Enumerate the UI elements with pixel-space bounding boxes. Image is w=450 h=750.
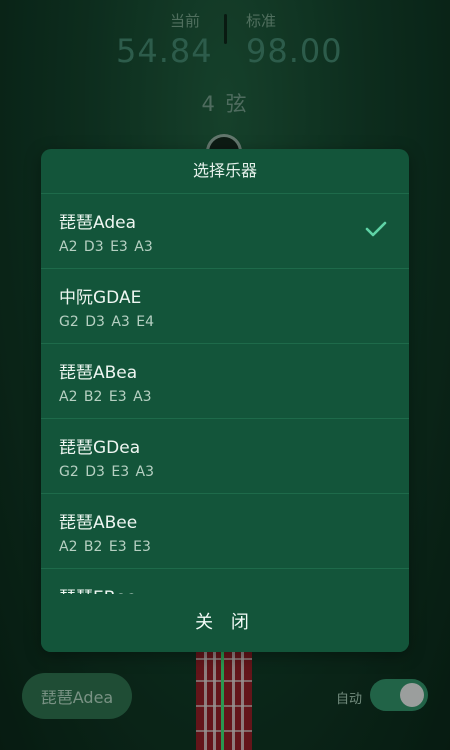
instrument-list[interactable]: 琵琶Adea A2 D3 E3 A3 中阮GDAE G2 D3 A3 E4 琵琶… — [41, 194, 409, 594]
instrument-name: 琵琶GDea — [59, 438, 141, 458]
instrument-tuning-notes: A2 B2 E3 E3 — [59, 539, 151, 555]
instrument-name: 中阮GDAE — [59, 288, 142, 308]
instrument-tuning-notes: G2 D3 E3 A3 — [59, 464, 155, 480]
checkmark-icon — [365, 221, 387, 237]
instrument-name: 琵琶ABee — [59, 513, 138, 533]
instrument-name: 琵琶EBee — [59, 583, 136, 594]
instrument-tuning-notes: G2 D3 A3 E4 — [59, 314, 155, 330]
instrument-item[interactable]: 琵琶EBee — [41, 569, 409, 594]
instrument-item[interactable]: 琵琶ABee A2 B2 E3 E3 — [41, 494, 409, 569]
instrument-tuning-notes: A2 B2 E3 A3 — [59, 389, 152, 405]
instrument-item[interactable]: 琵琶ABea A2 B2 E3 A3 — [41, 344, 409, 419]
close-button[interactable]: 关 闭 — [41, 594, 409, 652]
instrument-name: 琵琶Adea — [59, 213, 136, 233]
instrument-picker-dialog: 选择乐器 琵琶Adea A2 D3 E3 A3 中阮GDAE G2 D3 A3 … — [41, 149, 409, 652]
instrument-name: 琵琶ABea — [59, 363, 138, 383]
dialog-title: 选择乐器 — [41, 149, 409, 194]
instrument-item[interactable]: 中阮GDAE G2 D3 A3 E4 — [41, 269, 409, 344]
instrument-item[interactable]: 琵琶Adea A2 D3 E3 A3 — [41, 194, 409, 269]
instrument-item[interactable]: 琵琶GDea G2 D3 E3 A3 — [41, 419, 409, 494]
instrument-tuning-notes: A2 D3 E3 A3 — [59, 239, 153, 255]
